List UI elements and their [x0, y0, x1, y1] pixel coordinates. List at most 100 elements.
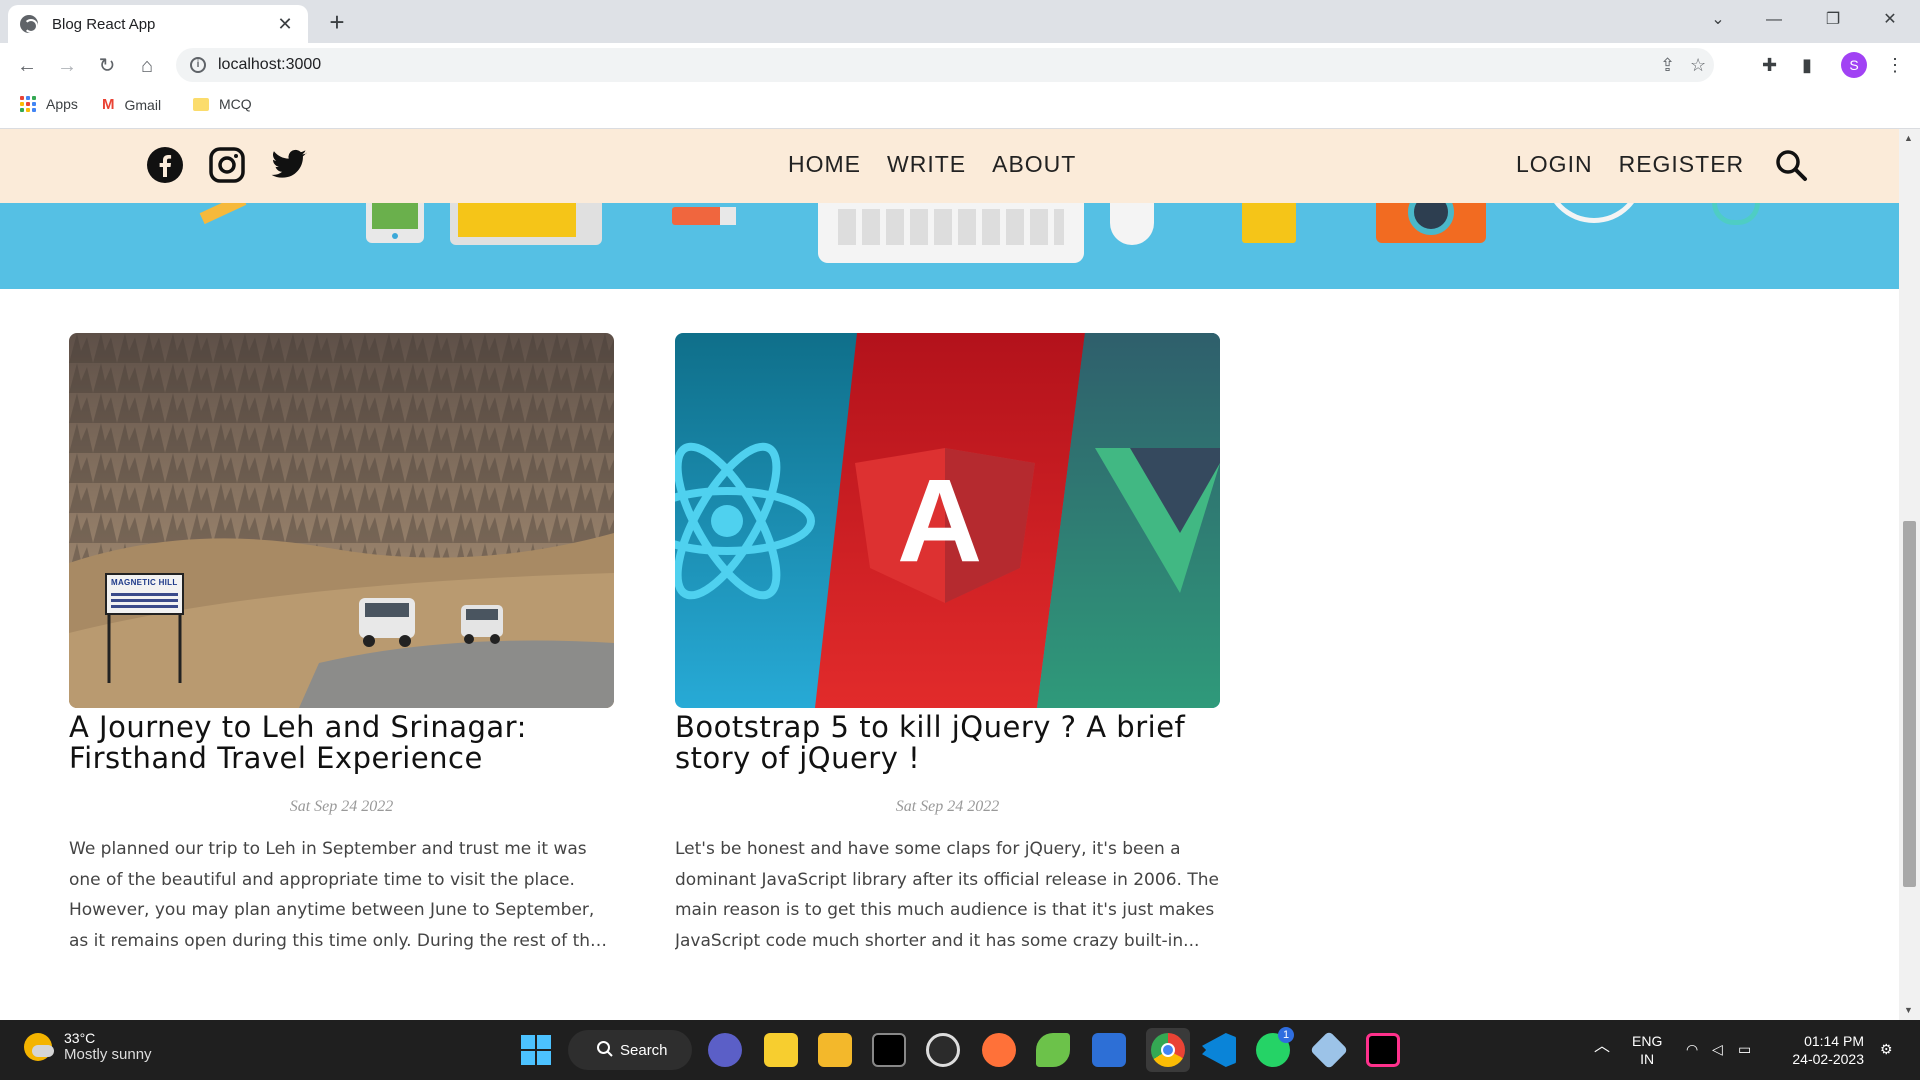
sticky-notes-icon[interactable]	[764, 1033, 798, 1067]
language-code: ENG	[1632, 1033, 1663, 1049]
folder-icon	[193, 97, 209, 111]
taskbar: 33°C Mostly sunny Search 1 ︿ ENG IN ◠ ◁ …	[0, 1020, 1920, 1080]
menu-kebab-icon[interactable]: ⋮	[1886, 55, 1904, 76]
pencil-shape	[199, 203, 247, 225]
close-window-button[interactable]: ✕	[1870, 4, 1910, 36]
weather-icon	[24, 1032, 54, 1061]
weather-text: Mostly sunny	[64, 1046, 152, 1063]
menu-item-write[interactable]: WRITE	[887, 151, 966, 178]
battery-icon[interactable]: ▭	[1738, 1040, 1751, 1058]
tray-chevron-icon[interactable]: ︿	[1594, 1038, 1610, 1056]
leaf-app-icon[interactable]	[1036, 1033, 1070, 1067]
share-icon[interactable]: ⇪	[1660, 55, 1675, 76]
phone-shape	[366, 203, 424, 243]
intellij-icon[interactable]	[1366, 1033, 1400, 1067]
post-description: We planned our trip to Leh in September …	[69, 839, 601, 951]
usb-shape	[672, 207, 736, 225]
back-button[interactable]: ←	[12, 51, 42, 81]
clock-shape	[1712, 203, 1760, 225]
bookmark-label: Apps	[46, 96, 78, 112]
tab-close-icon[interactable]: ✕	[274, 14, 296, 35]
home-button[interactable]: ⌂	[132, 51, 162, 81]
terminal-icon[interactable]	[872, 1033, 906, 1067]
address-bar[interactable]: i localhost:3000 ⇪ ☆	[176, 48, 1714, 82]
region-code: IN	[1640, 1051, 1655, 1067]
language-indicator[interactable]: ENG IN	[1632, 1032, 1662, 1068]
search-icon	[596, 1040, 614, 1062]
cube-app-icon[interactable]	[1309, 1030, 1349, 1070]
instagram-icon[interactable]	[208, 146, 246, 184]
temperature: 33°C	[64, 1030, 96, 1046]
side-panel-icon[interactable]: ▮	[1802, 55, 1812, 76]
browser-tab[interactable]: Blog React App ✕	[8, 5, 308, 43]
clock[interactable]: 01:14 PM 24-02-2023	[1782, 1032, 1864, 1068]
chrome-active-tile[interactable]	[1146, 1028, 1190, 1072]
clock-date: 24-02-2023	[1792, 1051, 1864, 1067]
taskbar-search[interactable]: Search	[568, 1030, 692, 1070]
weather-widget[interactable]: 33°C Mostly sunny	[24, 1030, 152, 1063]
post-image[interactable]: MAGNETIC HILL	[69, 333, 614, 708]
bookmark-mcq[interactable]: MCQ	[193, 96, 252, 112]
minimize-button[interactable]: —	[1754, 4, 1794, 36]
post-card[interactable]: A Bootstrap 5 to kill jQuery ? A brief s…	[675, 333, 1220, 956]
facebook-icon[interactable]	[146, 146, 184, 184]
post-title[interactable]: A Journey to Leh and Srinagar: Firsthand…	[69, 712, 614, 774]
bookmark-label: MCQ	[219, 96, 252, 112]
social-links	[146, 146, 308, 184]
apps-grid-icon	[20, 96, 36, 112]
clock-time: 01:14 PM	[1804, 1033, 1864, 1049]
bookmark-star-icon[interactable]: ☆	[1690, 55, 1706, 76]
firefox-icon[interactable]	[982, 1033, 1016, 1067]
bookmarks-bar: Apps M Gmail MCQ	[0, 87, 1920, 129]
scrollbar-thumb[interactable]	[1903, 521, 1916, 887]
login-link[interactable]: LOGIN	[1516, 151, 1593, 178]
calendar-icon[interactable]	[1092, 1033, 1126, 1067]
gmail-icon: M	[102, 96, 115, 113]
menu-item-home[interactable]: HOME	[788, 151, 861, 178]
forward-button[interactable]: →	[52, 51, 82, 81]
search-icon[interactable]	[1774, 148, 1808, 182]
headphones-shape	[1544, 203, 1644, 223]
restore-button[interactable]: ❐	[1813, 4, 1853, 36]
auth-menu: LOGIN REGISTER	[1516, 151, 1744, 178]
post-image[interactable]: A	[675, 333, 1220, 708]
new-tab-button[interactable]: +	[322, 7, 352, 38]
menu-item-about[interactable]: ABOUT	[992, 151, 1076, 178]
scroll-down-icon[interactable]: ▼	[1904, 1005, 1913, 1015]
register-link[interactable]: REGISTER	[1619, 151, 1745, 178]
angular-logo-letter: A	[897, 455, 983, 587]
twitter-icon[interactable]	[270, 146, 308, 184]
post-date: Sat Sep 24 2022	[895, 798, 1000, 815]
file-explorer-icon[interactable]	[818, 1033, 852, 1067]
tab-title: Blog React App	[52, 15, 156, 33]
post-title[interactable]: Bootstrap 5 to kill jQuery ? A brief sto…	[675, 712, 1220, 774]
bookmark-gmail[interactable]: M Gmail	[102, 96, 161, 113]
bookmark-apps[interactable]: Apps	[20, 96, 78, 112]
extensions-icon[interactable]: ✚	[1762, 55, 1777, 76]
teams-chat-icon[interactable]	[708, 1033, 742, 1067]
globe-icon	[20, 15, 38, 33]
scroll-up-icon[interactable]: ▲	[1904, 133, 1913, 143]
site-info-icon[interactable]: i	[190, 57, 206, 73]
keyboard-shape	[818, 203, 1084, 263]
notepad-shape	[1242, 203, 1296, 243]
page-scrollbar[interactable]: ▲ ▼	[1899, 129, 1920, 1020]
volume-icon[interactable]: ◁	[1712, 1040, 1723, 1058]
search-label: Search	[620, 1041, 668, 1059]
reload-button[interactable]: ↻	[92, 51, 122, 81]
header-banner-image	[0, 203, 1899, 289]
notifications-icon[interactable]: ⚙	[1880, 1040, 1893, 1058]
post-date: Sat Sep 24 2022	[289, 798, 394, 815]
vscode-icon[interactable]	[1202, 1033, 1236, 1067]
page-viewport: HOME WRITE ABOUT LOGIN REGISTER MAGNETIC…	[0, 129, 1899, 1020]
tab-search-icon[interactable]: ⌄	[1698, 4, 1738, 36]
mouse-shape	[1110, 203, 1154, 245]
post-card[interactable]: MAGNETIC HILL A Journey to Leh and Srina…	[69, 333, 614, 956]
wifi-icon[interactable]: ◠	[1686, 1040, 1698, 1058]
profile-avatar[interactable]: S	[1841, 52, 1867, 78]
windows-start-icon[interactable]	[520, 1034, 552, 1066]
media-player-icon[interactable]	[926, 1033, 960, 1067]
whatsapp-icon[interactable]: 1	[1256, 1027, 1294, 1067]
url-text[interactable]: localhost:3000	[218, 56, 321, 74]
camera-shape	[1376, 203, 1486, 243]
